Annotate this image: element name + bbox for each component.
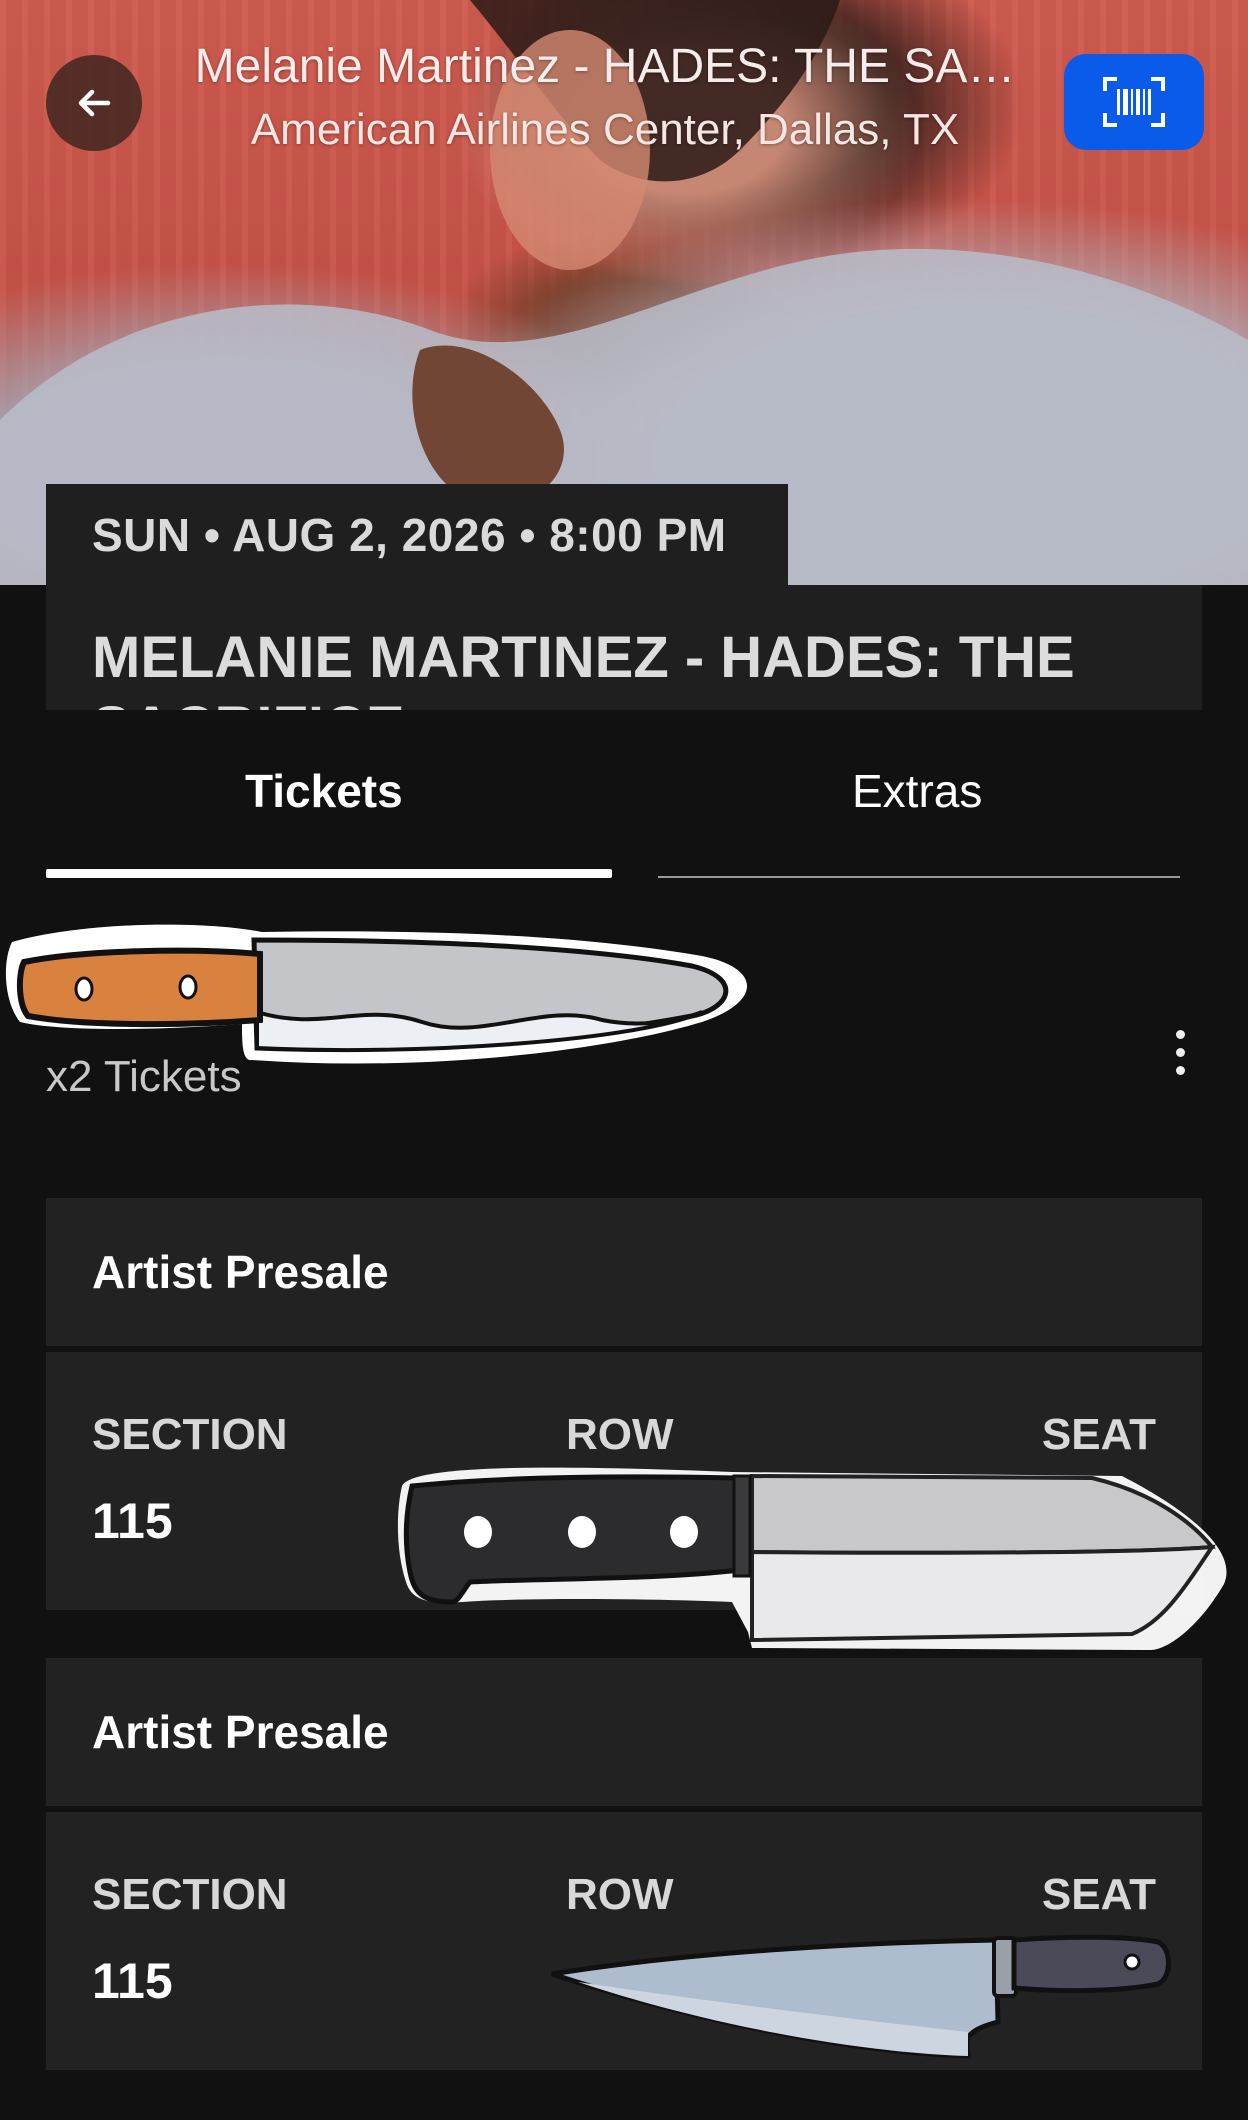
section-label: SECTION bbox=[92, 1410, 288, 1459]
barcode-scan-icon bbox=[1103, 77, 1165, 127]
header-titles: Melanie Martinez - HADES: THE SA… Americ… bbox=[160, 34, 1050, 160]
header-venue: American Airlines Center, Dallas, TX bbox=[250, 105, 960, 154]
section-value: 115 bbox=[92, 1953, 173, 2009]
tab-tickets[interactable]: Tickets bbox=[245, 764, 403, 818]
event-date: SUN • AUG 2, 2026 • 8:00 PM bbox=[46, 484, 788, 586]
section-value: 115 bbox=[92, 1493, 173, 1549]
knife-sticker-2 bbox=[397, 1467, 1227, 1650]
knife-sticker-3 bbox=[551, 1934, 1171, 2059]
knife-sticker-1 bbox=[5, 924, 747, 1064]
arrow-left-icon bbox=[78, 89, 111, 117]
ticket-type-header: Artist Presale bbox=[46, 1658, 1202, 1806]
tab-extras[interactable]: Extras bbox=[852, 764, 982, 818]
header-title: Melanie Martinez - HADES: THE SA… bbox=[194, 40, 1016, 93]
more-vertical-icon[interactable] bbox=[1160, 1022, 1200, 1082]
event-name-card: MELANIE MARTINEZ - HADES: THE SACRIFICE bbox=[46, 585, 1202, 710]
seat-label: SEAT bbox=[1041, 1870, 1156, 1919]
tab-divider bbox=[658, 876, 1180, 878]
ticket-type-header: Artist Presale bbox=[46, 1198, 1202, 1346]
section-label: SECTION bbox=[92, 1870, 288, 1919]
ticket-tabs: Tickets Extras bbox=[0, 712, 1248, 882]
row-label: ROW bbox=[566, 1870, 674, 1919]
tab-active-indicator bbox=[46, 869, 612, 878]
event-name: MELANIE MARTINEZ - HADES: THE SACRIFICE bbox=[92, 625, 1075, 710]
barcode-button[interactable] bbox=[1064, 54, 1204, 150]
back-button[interactable] bbox=[46, 55, 142, 151]
